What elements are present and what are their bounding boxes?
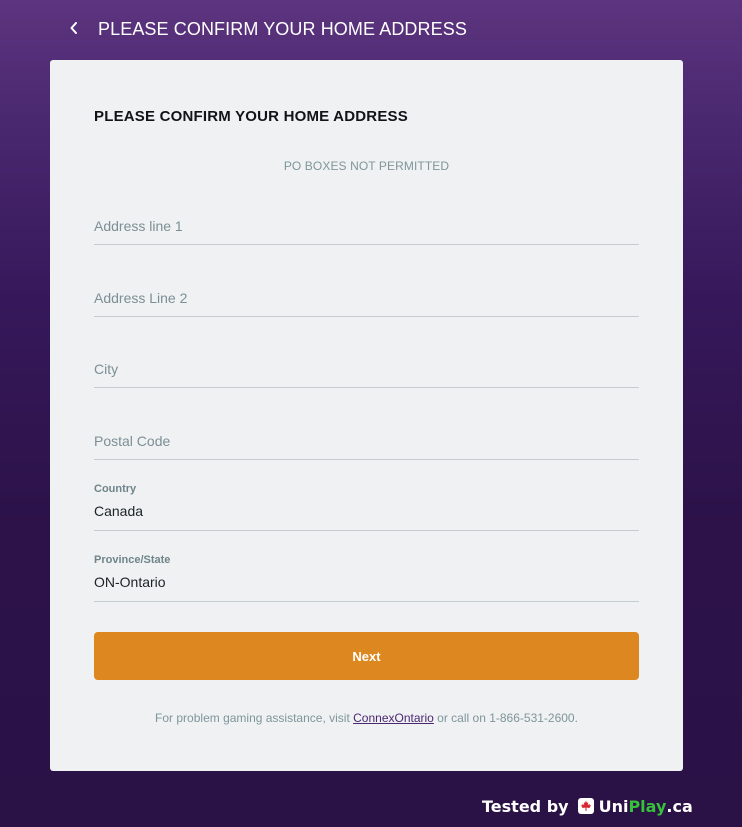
watermark-brand-ca: .ca [666,796,693,816]
province-value: ON-Ontario [94,574,166,590]
tested-by-watermark: Tested by Uni Play .ca [482,795,693,817]
maple-leaf-icon [577,798,594,814]
address-line-2-field [94,269,639,317]
chevron-left-icon [70,22,77,34]
address-line-1-field [94,197,639,245]
back-button[interactable] [62,16,86,40]
postal-code-input[interactable] [94,433,639,449]
watermark-tested-by: Tested by [482,796,569,816]
province-select[interactable]: Province/State ON-Ontario [94,551,639,602]
country-select[interactable]: Country Canada [94,480,639,531]
page-title: PLEASE CONFIRM YOUR HOME ADDRESS [98,19,467,39]
help-suffix: or call on 1-866-531-2600. [433,711,578,725]
next-button[interactable]: Next [94,632,639,680]
country-label: Country [94,483,137,495]
address-line-2-input[interactable] [94,290,639,306]
postal-code-field [94,412,639,460]
connexontario-link[interactable]: ConnexOntario [353,711,434,725]
form-title: PLEASE CONFIRM YOUR HOME ADDRESS [94,108,408,125]
help-prefix: For problem gaming assistance, visit [155,711,354,725]
city-input[interactable] [94,361,639,377]
watermark-brand-play: Play [628,796,667,816]
address-card: PLEASE CONFIRM YOUR HOME ADDRESS PO BOXE… [50,60,683,771]
po-box-notice: PO BOXES NOT PERMITTED [283,159,450,173]
country-value: Canada [94,503,144,519]
watermark-brand-uni: Uni [598,796,629,816]
province-label: Province/State [94,554,171,566]
help-text: For problem gaming assistance, visit Con… [94,711,639,725]
address-line-1-input[interactable] [94,218,639,234]
top-bar: PLEASE CONFIRM YOUR HOME ADDRESS [0,0,742,60]
city-field [94,340,639,388]
